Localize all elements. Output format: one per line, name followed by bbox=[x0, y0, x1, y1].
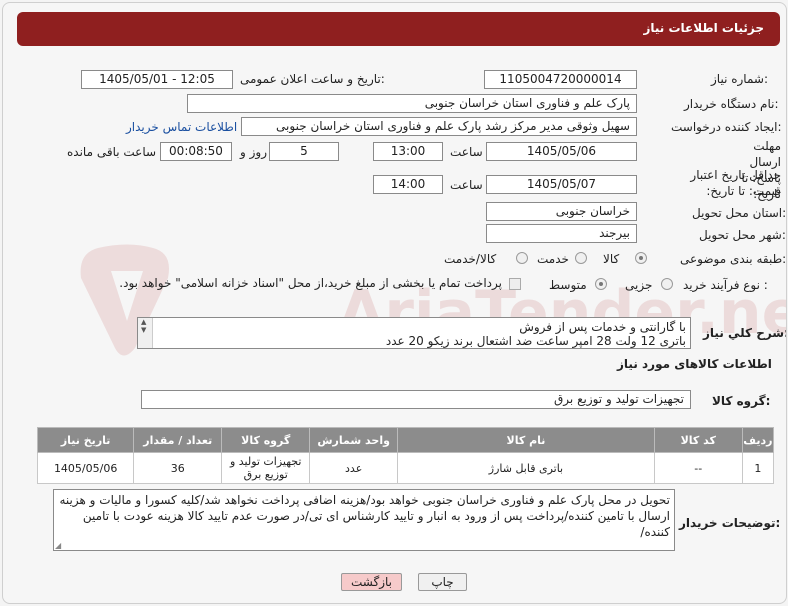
buyer-org-label: نام دستگاه خریدار: bbox=[684, 97, 779, 111]
payment-checkbox[interactable] bbox=[509, 278, 521, 290]
goods-info-title: اطلاعات کالاهای مورد نیاز bbox=[617, 357, 772, 371]
process-small-radio[interactable] bbox=[661, 278, 673, 290]
requester-label: ایجاد کننده درخواست: bbox=[671, 120, 782, 134]
goods-group-field[interactable]: تجهیزات تولید و توزیع برق bbox=[141, 390, 691, 409]
delivery-province-label: استان محل تحویل: bbox=[692, 206, 787, 220]
process-label: نوع فرآیند خرید : bbox=[683, 278, 768, 292]
page-title: جزئیات اطلاعات نیاز bbox=[643, 21, 764, 35]
cell-name: باتری قابل شارژ bbox=[397, 452, 655, 484]
items-table-header-row: ردیف کد کالا نام کالا واحد شمارش گروه کا… bbox=[36, 427, 775, 453]
items-table: ردیف کد کالا نام کالا واحد شمارش گروه کا… bbox=[36, 427, 775, 484]
scroll-up-icon[interactable]: ▲ bbox=[141, 318, 146, 326]
cell-group: تجهیزات تولید و توزیع برق bbox=[221, 452, 311, 484]
cell-qty: 36 bbox=[133, 452, 223, 484]
category-label: طبقه بندی موضوعی: bbox=[680, 252, 787, 266]
cell-code: -- bbox=[653, 452, 743, 484]
goods-group-label: گروه کالا: bbox=[712, 394, 771, 408]
description-scrollbar[interactable]: ▲ ▼ bbox=[138, 318, 153, 348]
deadline-time-label: ساعت bbox=[450, 145, 483, 159]
col-unit-header: واحد شمارش bbox=[309, 427, 399, 453]
buyer-notes-label: توضیحات خریدار: bbox=[679, 516, 781, 530]
deadline-date-field[interactable]: 1405/05/06 bbox=[486, 142, 637, 161]
delivery-province-field[interactable]: خراسان جنوبی bbox=[486, 202, 637, 221]
process-small-label: جزیی bbox=[625, 278, 653, 292]
col-row-header: ردیف bbox=[741, 427, 775, 453]
col-name-header: نام کالا bbox=[397, 427, 655, 453]
description-line-1: با گارانتی و خدمات پس از فروش bbox=[519, 320, 686, 334]
payment-note: پرداخت تمام یا بخشی از مبلغ خرید،از محل … bbox=[119, 276, 502, 290]
category-service-label: خدمت bbox=[537, 252, 569, 266]
category-service-radio[interactable] bbox=[575, 252, 587, 264]
cell-row: 1 bbox=[741, 452, 775, 484]
delivery-city-label: شهر محل تحویل: bbox=[699, 228, 786, 242]
description-textarea[interactable]: با گارانتی و خدمات پس از فروش باتری 12 و… bbox=[137, 317, 691, 349]
category-goods-radio[interactable] bbox=[635, 252, 647, 264]
announce-field[interactable]: 1405/05/01 - 12:05 bbox=[81, 70, 233, 89]
process-medium-label: متوسط bbox=[549, 278, 587, 292]
buyer-contact-link[interactable]: اطلاعات تماس خریدار bbox=[126, 120, 237, 134]
remaining-time-field[interactable]: 00:08:50 bbox=[160, 142, 232, 161]
print-button[interactable]: چاپ bbox=[418, 573, 467, 591]
category-goods-service-radio[interactable] bbox=[516, 252, 528, 264]
price-date-field[interactable]: 1405/05/07 bbox=[486, 175, 637, 194]
announce-label: تاریخ و ساعت اعلان عمومی: bbox=[240, 72, 385, 86]
need-number-label: شماره نیاز: bbox=[711, 72, 769, 86]
need-number-field[interactable]: 1105004720000014 bbox=[484, 70, 637, 89]
deadline-time-field[interactable]: 13:00 bbox=[373, 142, 443, 161]
resize-handle-icon[interactable]: ◢ bbox=[55, 541, 61, 550]
days-field[interactable]: 5 bbox=[269, 142, 339, 161]
price-time-label: ساعت bbox=[450, 178, 483, 192]
buyer-org-field[interactable]: پارک علم و فناوری استان خراسان جنوبی bbox=[187, 94, 637, 113]
col-code-header: کد کالا bbox=[653, 427, 743, 453]
delivery-city-field[interactable]: بیرجند bbox=[486, 224, 637, 243]
category-goods-service-label: کالا/خدمت bbox=[444, 252, 497, 266]
col-group-header: گروه کالا bbox=[221, 427, 311, 453]
description-label: شرح کلي نياز: bbox=[703, 326, 786, 340]
requester-field[interactable]: سهیل وثوقی مدیر مرکز رشد پارک علم و فناو… bbox=[241, 117, 637, 136]
process-medium-radio[interactable] bbox=[595, 278, 607, 290]
col-date-header: تاریخ نیاز bbox=[36, 427, 135, 453]
description-line-2: باتری 12 ولت 28 امپر ساعت ضد اشتعال برند… bbox=[385, 334, 686, 348]
buyer-notes-text: تحویل در محل پارک علم و فناوری خراسان جن… bbox=[59, 493, 671, 539]
cell-date: 1405/05/06 bbox=[36, 452, 135, 484]
price-validity-label: حداقل تاریخ اعتبار قیمت: تا تاریخ: bbox=[690, 168, 781, 198]
back-button[interactable]: بازگشت bbox=[341, 573, 402, 591]
main-panel: AriaTender.net جزئیات اطلاعات نیاز شماره… bbox=[2, 2, 787, 604]
col-qty-header: تعداد / مقدار bbox=[133, 427, 223, 453]
page-header: جزئیات اطلاعات نیاز bbox=[17, 12, 780, 46]
day-and-label: روز و bbox=[240, 145, 267, 159]
scroll-down-icon[interactable]: ▼ bbox=[141, 326, 146, 334]
buyer-notes-textarea[interactable]: تحویل در محل پارک علم و فناوری خراسان جن… bbox=[53, 489, 675, 551]
cell-unit: عدد bbox=[309, 452, 399, 484]
remaining-label: ساعت باقی مانده bbox=[67, 145, 157, 159]
table-row[interactable]: 1 -- باتری قابل شارژ عدد تجهیزات تولید و… bbox=[36, 452, 775, 484]
category-goods-label: کالا bbox=[603, 252, 620, 266]
price-time-field[interactable]: 14:00 bbox=[373, 175, 443, 194]
